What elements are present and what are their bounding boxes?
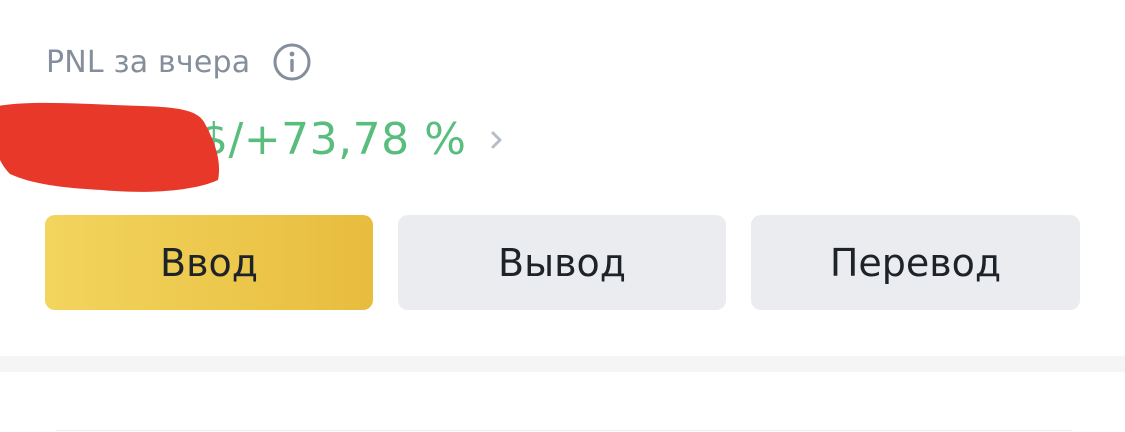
section-divider bbox=[0, 356, 1125, 372]
deposit-button[interactable]: Ввод bbox=[45, 215, 373, 310]
bottom-divider bbox=[56, 430, 1072, 431]
info-icon[interactable] bbox=[272, 42, 312, 82]
pnl-value: $/+73,78 % bbox=[200, 114, 467, 165]
redaction-mark bbox=[0, 102, 219, 192]
withdraw-button[interactable]: Вывод bbox=[398, 215, 726, 310]
chevron-right-icon[interactable] bbox=[485, 128, 509, 152]
pnl-value-row[interactable]: $/+73,78 % bbox=[0, 96, 600, 196]
pnl-header: PNL за вчера bbox=[46, 40, 312, 84]
transfer-button[interactable]: Перевод bbox=[751, 215, 1080, 310]
pnl-label: PNL за вчера bbox=[46, 44, 251, 80]
